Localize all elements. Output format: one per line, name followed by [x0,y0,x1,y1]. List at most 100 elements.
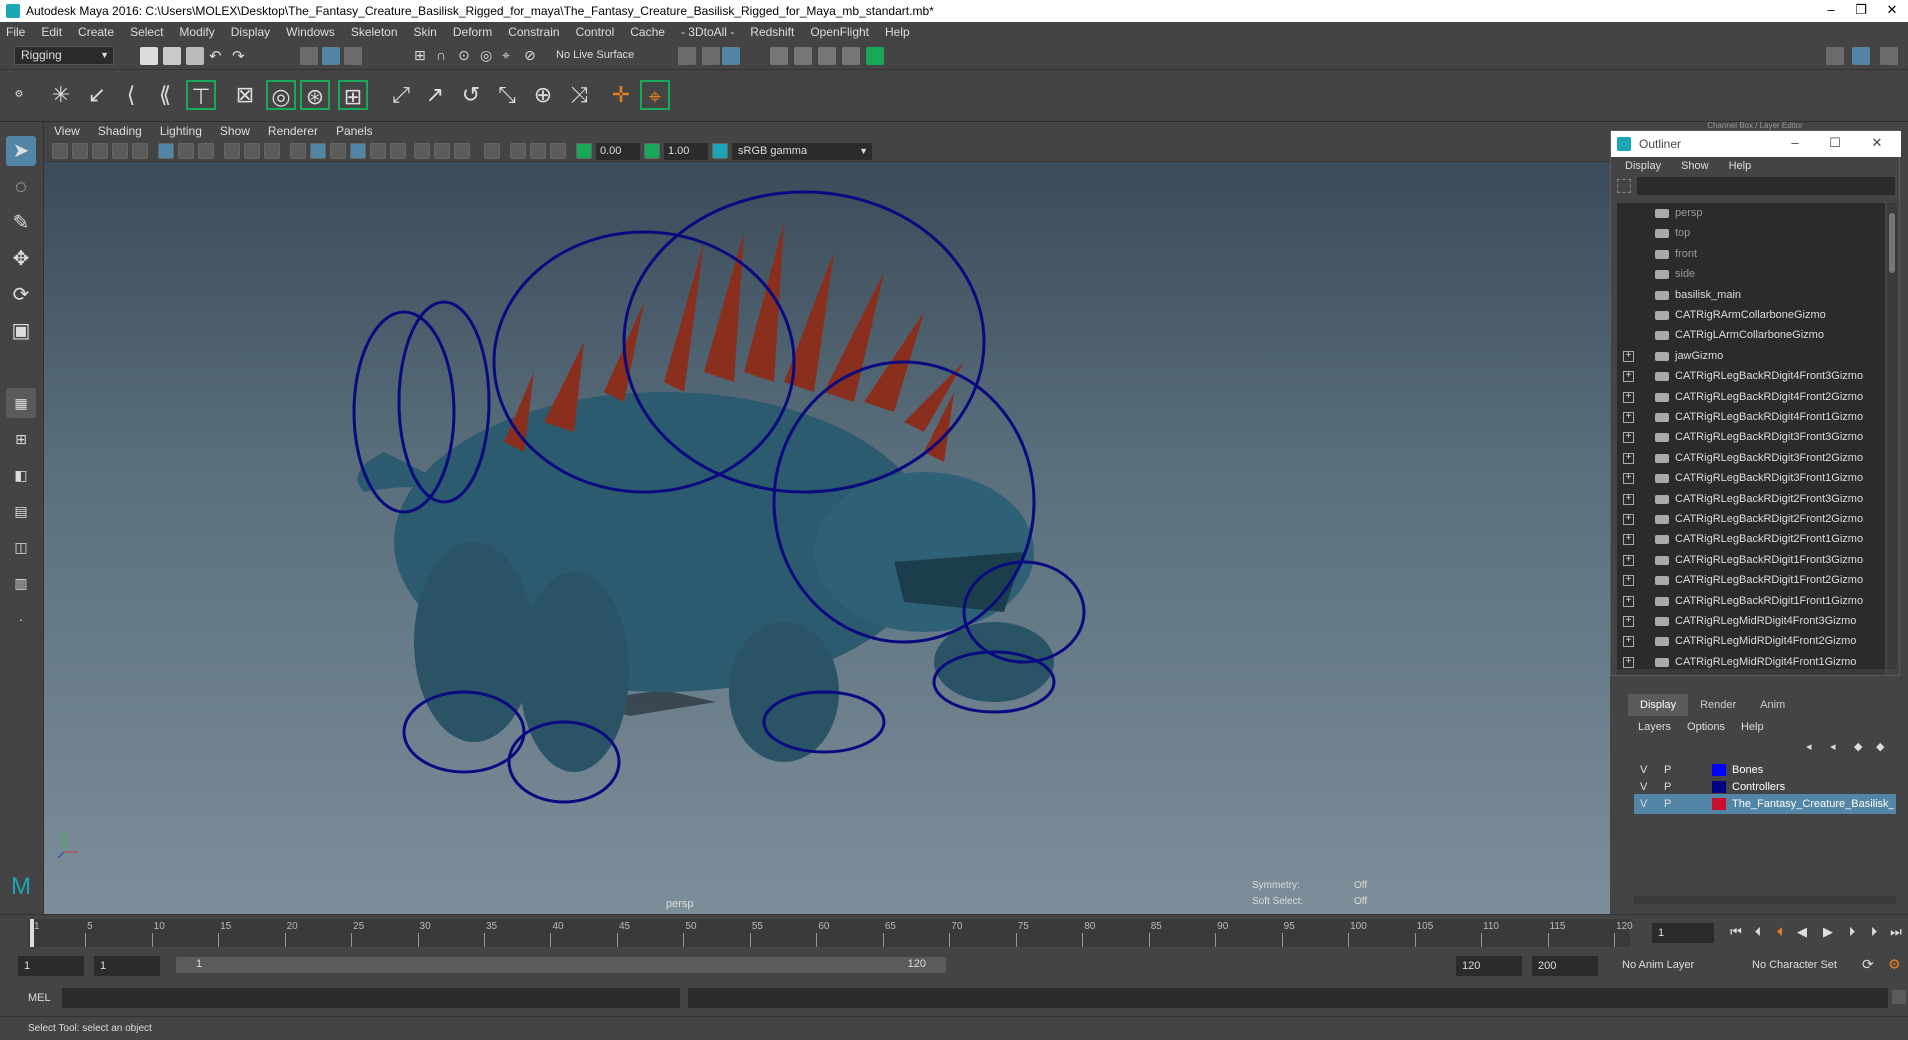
screen-space-ao-icon[interactable] [414,143,430,159]
outliner-minimize-button[interactable]: – [1775,131,1815,157]
menu-skeleton[interactable]: Skeleton [351,25,398,39]
paint-select-tool-icon[interactable]: ✎ [6,208,36,238]
layer-color-swatch[interactable] [1712,764,1726,776]
range-slider[interactable]: 1 120 [176,957,946,973]
menu-constrain[interactable]: Constrain [508,25,559,39]
menu-file[interactable]: File [6,25,25,39]
construction-history-icon[interactable] [702,47,720,65]
exposure-field[interactable]: 0.00 [596,143,640,160]
layout-icon[interactable] [1826,47,1844,65]
outliner-item[interactable]: + CATRigRLegBackRDigit2Front3Gizmo [1617,489,1885,509]
outliner-menu-display[interactable]: Display [1625,160,1661,172]
panel-menu-panels[interactable]: Panels [336,124,373,138]
mirror-joint-icon[interactable]: ⟪ [150,80,180,110]
playback-end-field[interactable]: 120 [1456,956,1522,976]
panel-menu-view[interactable]: View [54,124,80,138]
panel-menu-renderer[interactable]: Renderer [268,124,318,138]
select-object-icon[interactable] [322,47,340,65]
default-material-icon[interactable] [330,143,346,159]
motion-blur-icon[interactable] [434,143,450,159]
lattice-icon[interactable]: ⊛ [300,80,330,110]
select-component-icon[interactable] [344,47,362,65]
panel-menu-show[interactable]: Show [220,124,250,138]
snap-surface-icon[interactable]: ⌖ [502,47,520,65]
go-to-end-icon[interactable]: ⏭ [1888,924,1904,940]
auto-key-icon[interactable]: ⟳ [1862,956,1878,972]
outliner-item[interactable]: + CATRigRLegBackRDigit4Front3Gizmo [1617,366,1885,386]
shadows-icon[interactable] [390,143,406,159]
layer-menu-layers[interactable]: Layers [1638,721,1671,733]
new-scene-icon[interactable] [140,47,158,65]
hypergraph-layout-icon[interactable]: ▥ [6,568,36,598]
outliner-item[interactable]: + CATRigRLegBackRDigit3Front2Gizmo [1617,448,1885,468]
layout-shortcut-icon[interactable]: · [6,604,36,634]
textured-icon[interactable] [350,143,366,159]
outliner-item[interactable]: + CATRigRLegBackRDigit1Front1Gizmo [1617,591,1885,611]
outliner-item[interactable]: + CATRigRLegBackRDigit4Front1Gizmo [1617,407,1885,427]
menu-deform[interactable]: Deform [453,25,492,39]
hypershade-icon[interactable] [842,47,860,65]
expand-icon[interactable]: + [1623,656,1634,668]
gamma-field[interactable]: 1.00 [664,143,708,160]
2d-pan-icon[interactable] [132,143,148,159]
expand-icon[interactable]: + [1623,473,1634,485]
outliner-search-input[interactable] [1637,177,1895,195]
select-hierarchy-icon[interactable] [300,47,318,65]
time-slider[interactable]: 1 5 10 15 20 25 30 35 40 45 50 55 60 65 70 75 80 85 90 95 10… [0,914,1908,950]
script-language-label[interactable]: MEL [28,992,51,1004]
current-time-marker[interactable] [30,919,34,947]
gate-mask-icon[interactable] [224,143,240,159]
xray-joints-icon[interactable] [550,143,566,159]
point-constraint-icon[interactable]: ⤢ [386,80,416,110]
maya-home-icon[interactable]: M [6,872,36,902]
outliner-filter-icon[interactable] [1617,179,1631,193]
menu-redshift[interactable]: Redshift [750,25,794,39]
move-layer-up-icon[interactable]: ◂ [1806,740,1822,754]
new-layer-icon[interactable]: ◆ [1854,740,1870,754]
shelf-menu-icon[interactable]: ⚙ [4,80,34,110]
locator-constraint-icon[interactable]: ⌖ [640,80,670,110]
layer-visibility-toggle[interactable]: V [1640,794,1647,814]
live-surface-label[interactable]: No Live Surface [556,49,634,61]
joint-tool-icon[interactable]: ✳ [46,80,76,110]
select-tool-icon[interactable]: ➤ [6,136,36,166]
tab-anim[interactable]: Anim [1748,694,1797,716]
step-forward-icon[interactable]: ⏵ [1866,924,1882,940]
save-scene-icon[interactable] [186,47,204,65]
render-settings-icon[interactable] [818,47,836,65]
outliner-item[interactable]: + CATRigRLegBackRDigit2Front1Gizmo [1617,529,1885,549]
grid-toggle-icon[interactable] [158,143,174,159]
menu-select[interactable]: Select [130,25,163,39]
expand-icon[interactable]: + [1623,412,1634,423]
outliner-close-button[interactable]: ✕ [1857,131,1897,157]
xray-active-icon[interactable] [530,143,546,159]
smooth-bind-icon[interactable]: ◎ [266,80,296,110]
color-management-icon[interactable] [712,143,728,159]
select-camera-icon[interactable] [52,143,68,159]
layer-color-swatch[interactable] [1712,781,1726,793]
expand-icon[interactable]: + [1623,371,1634,383]
layer-row[interactable]: V P The_Fantasy_Creature_Basilisk_R [1634,794,1896,814]
isolate-select-icon[interactable] [484,143,500,159]
menu-windows[interactable]: Windows [286,25,335,39]
panel-menu-shading[interactable]: Shading [98,124,142,138]
menu-cache[interactable]: Cache [630,25,665,39]
outliner-item[interactable]: side [1617,264,1885,284]
outliner-hscrollbar[interactable] [1617,669,1885,675]
outliner-item[interactable]: front [1617,244,1885,264]
play-backwards-icon[interactable]: ◀ [1794,924,1810,940]
expand-icon[interactable]: + [1623,391,1634,403]
outliner-item[interactable]: top [1617,223,1885,243]
outliner-scroll-thumb[interactable] [1889,213,1895,273]
snap-view-icon[interactable]: ◎ [480,47,498,65]
image-plane-icon[interactable] [112,143,128,159]
layer-menu-options[interactable]: Options [1687,721,1725,733]
panel-menu-lighting[interactable]: Lighting [160,124,202,138]
smooth-shade-icon[interactable] [310,143,326,159]
play-forwards-icon[interactable]: ▶ [1820,924,1836,940]
redshift-icon[interactable] [866,47,884,65]
scale-constraint-icon[interactable]: ⤡ [492,80,522,110]
field-chart-icon[interactable] [244,143,260,159]
expand-icon[interactable]: + [1623,595,1634,607]
menu-modify[interactable]: Modify [179,25,214,39]
